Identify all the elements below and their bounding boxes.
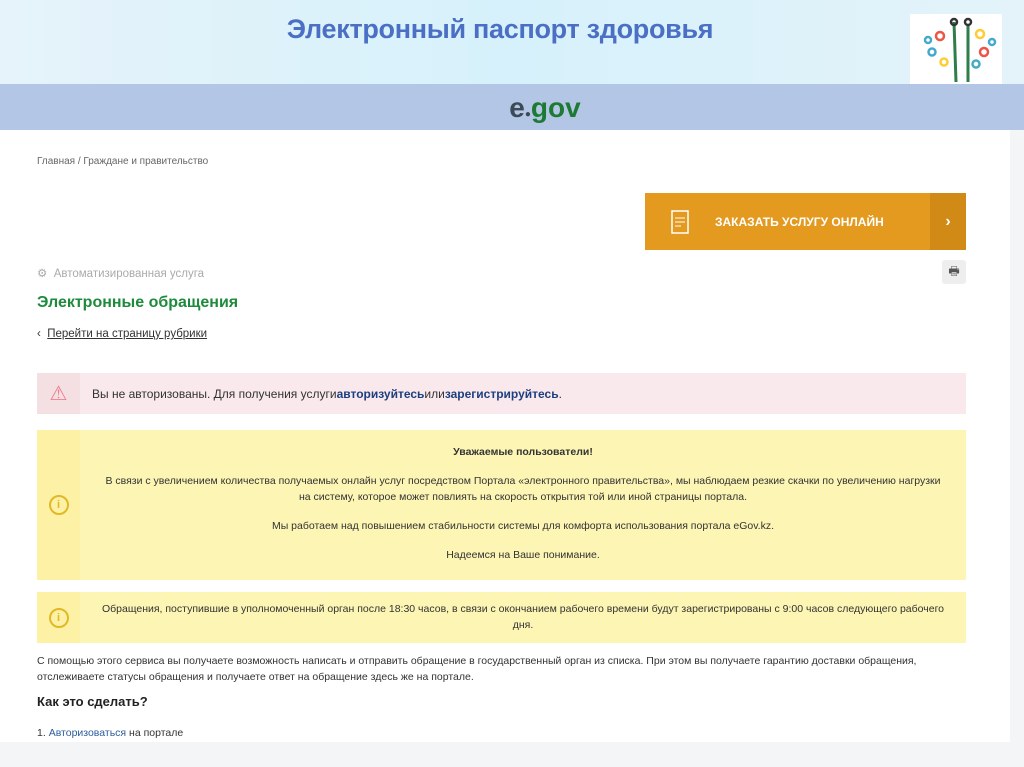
slide-header: Электронный паспорт здоровья [0,0,1024,84]
gear-icon: ⚙ [37,268,48,280]
step-item: 1. Авторизоваться на портале [37,727,183,739]
working-hours-text: Обращения, поступившие в уполномоченный … [101,603,945,631]
warning-icon: ⚠ [37,373,80,414]
service-description: С помощью этого сервиса вы получаете воз… [37,655,917,683]
how-to-heading: Как это сделать? [37,694,148,709]
authorize-link[interactable]: Авторизоваться [49,727,126,739]
working-hours-notice: i Обращения, поступившие в уполномоченны… [37,592,966,643]
info-icon: i [48,495,69,515]
chevron-right-icon: › [930,193,966,250]
notice-paragraph: Надеемся на Ваше понимание. [446,549,600,561]
notice-heading: Уважаемые пользователи! [453,446,593,458]
alert-text-end: . [558,386,562,401]
page-title: Электронные обращения [37,294,239,311]
egov-page: Главная / Граждане и правительство ЗАКАЗ… [0,130,1010,742]
alert-text: Вы не авторизованы. Для получения услуги [92,386,337,401]
chevron-left-icon: ‹ [37,328,41,340]
info-icon: i [48,607,69,628]
login-link[interactable]: авторизуйтесь [337,387,425,401]
order-service-online-button[interactable]: ЗАКАЗАТЬ УСЛУГУ ОНЛАЙН › [645,193,966,250]
document-icon [645,209,715,234]
service-type: ⚙ Автоматизированная услуга [37,266,204,280]
load-notice: i Уважаемые пользователи! В связи с увел… [37,430,966,580]
step-number: 1. [37,727,46,739]
register-link[interactable]: зарегистрируйтесь [445,387,559,401]
print-button[interactable]: 🖶 [942,260,966,284]
slide-title: Электронный паспорт здоровья [286,14,714,44]
back-to-category-link[interactable]: ‹ Перейти на страницу рубрики [37,328,207,340]
order-button-label: ЗАКАЗАТЬ УСЛУГУ ОНЛАЙН [715,214,884,229]
notice-paragraph: Мы работаем над повышением стабильности … [271,520,775,532]
alert-text-or: или [424,386,445,401]
egov-logo: e●gov [509,92,581,123]
printer-icon: 🖶 [948,263,960,278]
notice-paragraph: В связи с увеличением количества получае… [105,475,941,503]
breadcrumb[interactable]: Главная / Граждане и правительство [37,156,208,167]
health-tree-logo [910,14,1002,84]
not-authorized-alert: ⚠ Вы не авторизованы. Для получения услу… [37,373,966,414]
service-type-label: Автоматизированная услуга [53,268,205,280]
back-link-label: Перейти на страницу рубрики [47,328,208,340]
step-text: на портале [126,727,184,739]
